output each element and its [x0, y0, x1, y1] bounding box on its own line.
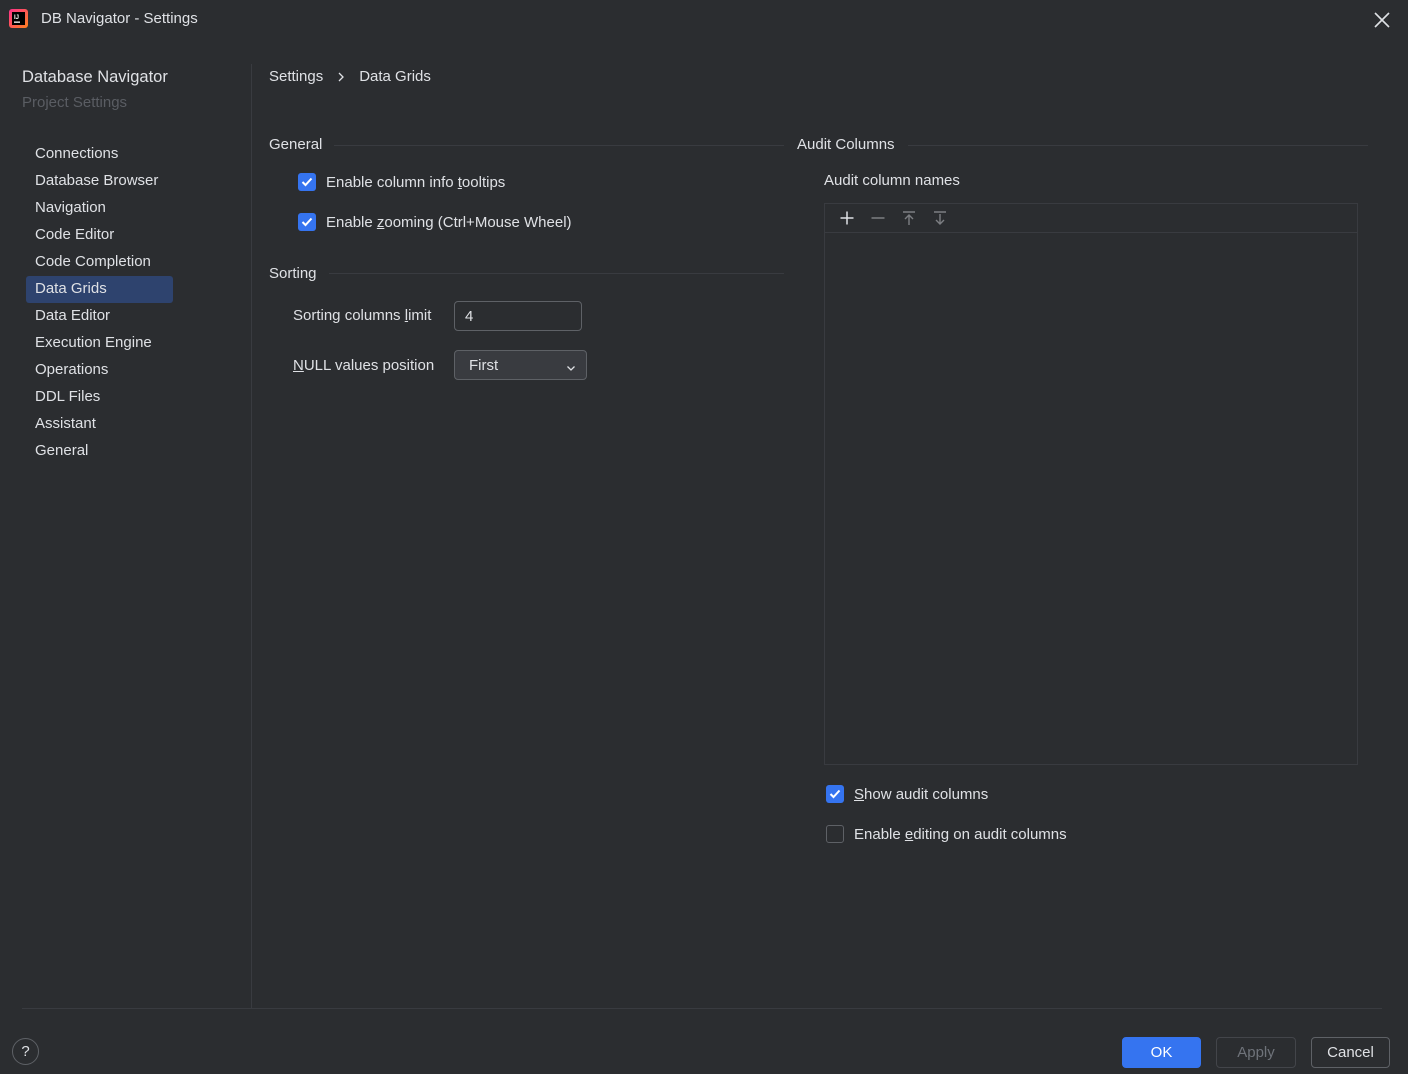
sidebar-item-connections[interactable]: Connections	[26, 141, 173, 168]
breadcrumb-current: Data Grids	[359, 68, 431, 85]
chevron-down-icon	[566, 360, 576, 377]
checkbox-unchecked-icon[interactable]	[826, 825, 844, 843]
show-audit-columns-label: Show audit columns	[854, 785, 989, 803]
sidebar-item-ddl-files[interactable]: DDL Files	[26, 384, 173, 411]
chevron-right-icon	[337, 72, 345, 82]
help-icon[interactable]: ?	[21, 1043, 29, 1060]
show-audit-columns-checkbox[interactable]: Show audit columns	[826, 785, 988, 803]
sidebar-item-database-browser[interactable]: Database Browser	[26, 168, 173, 195]
sidebar-item-general[interactable]: General	[26, 438, 173, 465]
checkbox-checked-icon[interactable]	[298, 213, 316, 231]
sidebar-item-code-completion[interactable]: Code Completion	[26, 249, 173, 276]
enable-audit-editing-checkbox[interactable]: Enable editing on audit columns	[826, 825, 1067, 843]
close-button[interactable]	[1368, 6, 1396, 34]
enable-column-tooltips-label: Enable column info tooltips	[326, 173, 506, 191]
sidebar-item-code-editor[interactable]: Code Editor	[26, 222, 173, 249]
general-group-title: General	[269, 136, 323, 153]
audit-group-separator	[908, 145, 1368, 146]
null-position-value: First	[469, 356, 499, 374]
sorting-limit-input[interactable]	[454, 301, 582, 331]
close-icon[interactable]	[1373, 11, 1391, 29]
audit-list-toolbar	[825, 204, 1357, 233]
remove-button[interactable]	[862, 204, 893, 232]
enable-column-tooltips-checkbox[interactable]: Enable column info tooltips	[298, 173, 505, 191]
move-up-button[interactable]	[893, 204, 924, 232]
move-down-button[interactable]	[924, 204, 955, 232]
breadcrumb: Settings Data Grids	[269, 68, 431, 85]
sidebar-item-data-grids[interactable]: Data Grids	[26, 276, 173, 303]
sorting-group-title: Sorting	[269, 265, 317, 282]
footer-separator	[22, 1008, 1382, 1009]
remove-icon[interactable]	[870, 210, 886, 226]
title-bar: IJ DB Navigator - Settings	[0, 0, 1408, 38]
move-down-icon[interactable]	[932, 210, 948, 226]
sorting-limit-label: Sorting columns limit	[293, 307, 432, 324]
enable-zooming-label: Enable zooming (Ctrl+Mouse Wheel)	[326, 213, 572, 231]
audit-group-title: Audit Columns	[797, 136, 895, 153]
sidebar-divider	[251, 64, 252, 1008]
ok-button[interactable]: OK	[1122, 1037, 1201, 1068]
apply-button[interactable]: Apply	[1216, 1037, 1296, 1068]
enable-zooming-checkbox[interactable]: Enable zooming (Ctrl+Mouse Wheel)	[298, 213, 572, 231]
sidebar-item-operations[interactable]: Operations	[26, 357, 173, 384]
general-group-separator	[334, 145, 784, 146]
sorting-group-separator	[329, 273, 784, 274]
move-up-icon[interactable]	[901, 210, 917, 226]
add-button[interactable]	[831, 204, 862, 232]
sidebar-nav: Connections Database Browser Navigation …	[26, 141, 173, 465]
help-button[interactable]: ?	[12, 1038, 39, 1065]
svg-text:IJ: IJ	[14, 15, 19, 21]
add-icon[interactable]	[839, 210, 855, 226]
window-title: DB Navigator - Settings	[41, 10, 198, 27]
enable-audit-editing-label: Enable editing on audit columns	[854, 825, 1067, 843]
sidebar-subtitle: Project Settings	[22, 94, 128, 111]
audit-column-names-list[interactable]	[824, 203, 1358, 765]
app-logo-icon: IJ	[9, 9, 28, 28]
settings-dialog: IJ DB Navigator - Settings Database Navi…	[0, 0, 1408, 1074]
breadcrumb-settings[interactable]: Settings	[269, 68, 323, 85]
settings-sidebar: Database Navigator Project Settings Conn…	[0, 38, 251, 1009]
checkbox-checked-icon[interactable]	[298, 173, 316, 191]
null-position-select[interactable]: First	[454, 350, 587, 380]
sidebar-item-data-editor[interactable]: Data Editor	[26, 303, 173, 330]
sidebar-item-execution-engine[interactable]: Execution Engine	[26, 330, 173, 357]
checkbox-checked-icon[interactable]	[826, 785, 844, 803]
sidebar-title: Database Navigator	[22, 68, 168, 86]
sidebar-item-navigation[interactable]: Navigation	[26, 195, 173, 222]
null-position-label: NULL values position	[293, 357, 435, 374]
sidebar-item-assistant[interactable]: Assistant	[26, 411, 173, 438]
audit-column-names-label: Audit column names	[824, 172, 960, 189]
cancel-button[interactable]: Cancel	[1311, 1037, 1390, 1068]
